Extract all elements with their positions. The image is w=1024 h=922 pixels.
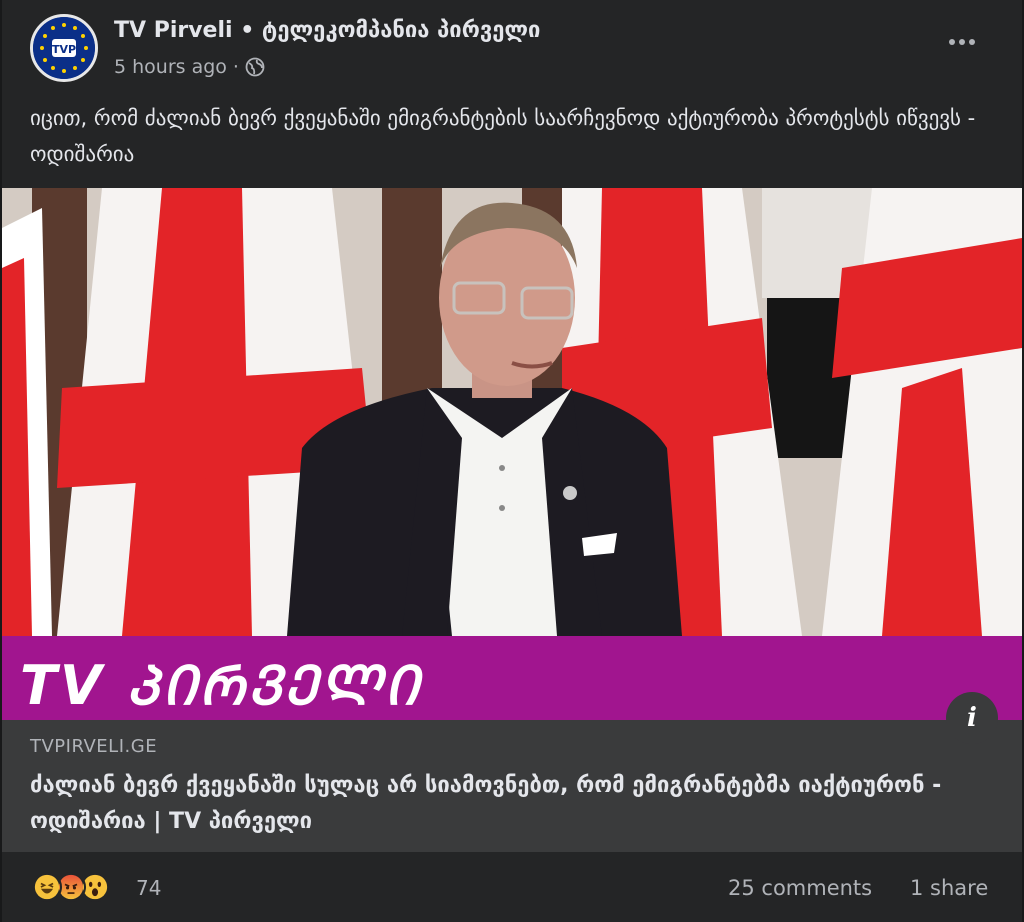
- page-name-link[interactable]: TV Pirveli • ტელეკომპანია პირველი: [114, 18, 540, 43]
- more-options-button[interactable]: [942, 30, 982, 54]
- speaker-photo: [2, 188, 1022, 636]
- meta-separator: ·: [232, 56, 239, 78]
- info-button[interactable]: i: [946, 692, 998, 744]
- reaction-summary[interactable]: [32, 872, 110, 902]
- dot-icon: [959, 39, 965, 45]
- post-timestamp[interactable]: 5 hours ago: [114, 56, 227, 78]
- post-footer: 74 25 comments 1 share: [2, 852, 1022, 922]
- post-header: TVP TV Pirveli • ტელეკომპანია პირველი 5 …: [2, 0, 1022, 96]
- dot-icon: [949, 39, 955, 45]
- page-avatar[interactable]: TVP: [30, 14, 98, 82]
- reaction-count[interactable]: 74: [136, 876, 161, 900]
- tv-pirveli-banner: TV ᲞᲘᲠᲕᲔᲚᲘ: [2, 636, 1022, 720]
- facebook-post: TVP TV Pirveli • ტელეკომპანია პირველი 5 …: [2, 0, 1022, 922]
- post-caption: იცით, რომ ძალიან ბევრ ქვეყანაში ემიგრანტ…: [30, 106, 976, 166]
- link-domain: TVPIRVELI.GE: [30, 736, 158, 757]
- post-meta: 5 hours ago ·: [114, 56, 265, 78]
- link-preview-details[interactable]: TVPIRVELI.GE ძალიან ბევრ ქვეყანაში სულაც…: [2, 720, 1022, 852]
- tv-pirveli-logo-icon: TVP: [33, 17, 95, 79]
- link-preview-image[interactable]: TV ᲞᲘᲠᲕᲔᲚᲘ: [2, 188, 1022, 720]
- comments-count-link[interactable]: 25 comments: [728, 876, 872, 900]
- globe-icon: [245, 57, 265, 77]
- haha-emoji-icon: [32, 872, 62, 902]
- tv-pirveli-wordmark: TV ᲞᲘᲠᲕᲔᲚᲘ: [20, 654, 422, 717]
- shares-count-link[interactable]: 1 share: [910, 876, 988, 900]
- svg-text:TVP: TVP: [52, 43, 76, 56]
- link-title[interactable]: ძალიან ბევრ ქვეყანაში სულაც არ სიამოვნებ…: [30, 768, 970, 840]
- dot-icon: [969, 39, 975, 45]
